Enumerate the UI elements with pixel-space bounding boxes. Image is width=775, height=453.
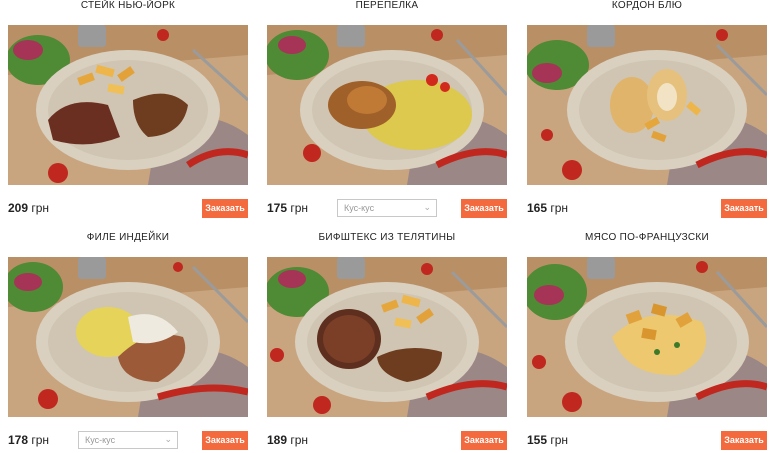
chevron-down-icon: ⌄ — [423, 202, 431, 212]
dish-title: СТЕЙК НЬЮ-ЙОРК — [80, 0, 176, 11]
dish-title: КОРДОН БЛЮ — [611, 0, 683, 11]
dish-price: 189 грн — [267, 433, 309, 447]
dish-photo[interactable] — [8, 257, 248, 417]
dish-photo[interactable] — [527, 25, 767, 185]
dish-photo[interactable] — [8, 25, 248, 185]
dish-price: 165 грн — [527, 201, 569, 215]
dish-photo[interactable] — [267, 257, 507, 417]
order-button[interactable]: Заказать — [202, 199, 248, 218]
order-button[interactable]: Заказать — [461, 431, 507, 450]
dish-price: 155 грн — [527, 433, 569, 447]
dish-title: ФИЛЕ ИНДЕЙКИ — [86, 232, 170, 243]
order-button[interactable]: Заказать — [721, 199, 767, 218]
chevron-down-icon: ⌄ — [164, 434, 172, 444]
dish-price: 175 грн — [267, 201, 309, 215]
dish-price: 178 грн — [8, 433, 50, 447]
side-dish-select[interactable]: Кус-кус ⌄ — [78, 431, 178, 449]
dish-price: 209 грн — [8, 201, 50, 215]
dish-title: МЯСО ПО-ФРАНЦУЗСКИ — [585, 232, 709, 243]
order-button[interactable]: Заказать — [202, 431, 248, 450]
dish-title: БИФШТЕКС ИЗ ТЕЛЯТИНЫ — [318, 232, 456, 243]
order-button[interactable]: Заказать — [461, 199, 507, 218]
order-button[interactable]: Заказать — [721, 431, 767, 450]
dish-photo[interactable] — [527, 257, 767, 417]
dish-title: ПЕРЕПЕЛКА — [355, 0, 419, 11]
dish-photo[interactable] — [267, 25, 507, 185]
side-dish-select[interactable]: Кус-кус ⌄ — [337, 199, 437, 217]
